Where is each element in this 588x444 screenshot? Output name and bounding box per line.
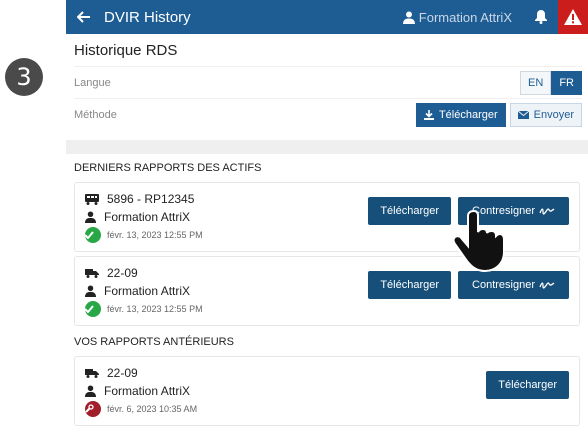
countersign-label: Contresigner (472, 279, 535, 291)
date-line: févr. 13, 2023 12:55 PM (84, 300, 569, 318)
report-date: févr. 13, 2023 12:55 PM (107, 230, 203, 240)
check-circle-icon (84, 227, 101, 243)
method-send-button[interactable]: Envoyer (509, 102, 582, 127)
bus-icon (85, 193, 99, 205)
method-send-label: Envoyer (533, 108, 574, 121)
download-report-label: Télécharger (380, 279, 440, 291)
lang-en-button[interactable]: EN (520, 70, 552, 95)
page-title: DVIR History (104, 8, 191, 26)
tap-hand-cursor-icon (452, 209, 505, 273)
driver-name: Formation AttriX (104, 384, 191, 398)
settings-title: Historique RDS (74, 42, 178, 59)
method-download-label: Télécharger (438, 108, 498, 121)
card-actions: Télécharger (486, 371, 569, 399)
check-circle-icon (84, 301, 101, 317)
method-label: Méthode (74, 108, 117, 121)
user-icon (402, 11, 415, 24)
language-label: Langue (74, 76, 111, 89)
signature-icon (539, 208, 555, 215)
method-toggle: Télécharger Envoyer (415, 102, 582, 127)
truck-icon (85, 268, 99, 278)
download-report-label: Télécharger (498, 379, 557, 391)
report-date: févr. 13, 2023 12:55 PM (107, 304, 203, 314)
back-arrow-icon[interactable] (70, 10, 98, 24)
download-report-button[interactable]: Télécharger (368, 271, 452, 299)
language-toggle: EN FR (520, 70, 582, 95)
report-date: févr. 6, 2023 10:35 AM (107, 404, 198, 414)
step-number-badge: 3 (5, 58, 43, 96)
lang-fr-button[interactable]: FR (551, 70, 582, 95)
envelope-icon (517, 110, 529, 119)
user-icon (85, 285, 96, 297)
card-actions: Télécharger Contresigner (368, 271, 569, 299)
bell-icon[interactable] (534, 9, 548, 29)
driver-name: Formation AttriX (104, 210, 191, 224)
signature-icon (539, 282, 555, 289)
alert-warning-icon[interactable] (558, 0, 588, 34)
user-icon (85, 211, 96, 223)
language-row: Langue EN FR (74, 66, 582, 98)
method-download-button[interactable]: Télécharger (415, 102, 506, 127)
truck-icon (85, 368, 99, 378)
download-icon (423, 109, 434, 120)
settings-panel: Historique RDS Langue EN FR Méthode Télé… (66, 36, 588, 130)
method-row: Méthode Télécharger Envoyer (74, 98, 582, 130)
user-name: Formation AttriX (418, 9, 512, 25)
download-report-button[interactable]: Télécharger (368, 197, 452, 225)
countersign-button[interactable]: Contresigner (458, 271, 569, 299)
date-line: févr. 6, 2023 10:35 AM (85, 400, 569, 418)
user-icon (85, 385, 96, 397)
user-menu[interactable]: Formation AttriX (402, 0, 512, 34)
driver-name: Formation AttriX (104, 284, 191, 298)
asset-name: 5896 - RP12345 (107, 192, 195, 206)
download-report-button[interactable]: Télécharger (486, 371, 569, 399)
download-report-label: Télécharger (380, 205, 440, 217)
report-card: 22-09 Formation AttriX févr. 6, 2023 10:… (74, 356, 580, 426)
previous-reports-title: VOS RAPPORTS ANTÉRIEURS (74, 336, 234, 348)
asset-name: 22-09 (107, 366, 138, 380)
app-header: DVIR History Formation AttriX (66, 0, 588, 34)
asset-name: 22-09 (107, 266, 138, 280)
app-screen: DVIR History Formation AttriX Historique… (66, 0, 588, 444)
wrench-icon (85, 401, 101, 417)
recent-reports-title: DERNIERS RAPPORTS DES ACTIFS (74, 162, 262, 174)
section-divider (66, 140, 588, 154)
